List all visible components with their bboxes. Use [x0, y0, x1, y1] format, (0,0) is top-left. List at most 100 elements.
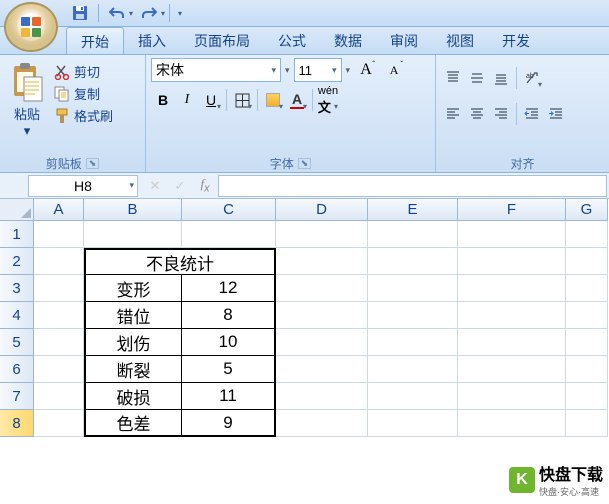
font-dialog-launcher[interactable]: ⬊ — [298, 158, 312, 169]
cell[interactable] — [566, 383, 608, 410]
align-right-button[interactable] — [489, 102, 513, 126]
align-bottom-button[interactable] — [489, 66, 513, 90]
orientation-button[interactable]: ab — [520, 66, 544, 90]
cell[interactable] — [458, 383, 566, 410]
font-name-select[interactable]: 宋体▾ — [151, 58, 281, 82]
cell[interactable] — [34, 329, 84, 356]
cell[interactable] — [368, 275, 458, 302]
row-header[interactable]: 6 — [0, 356, 34, 383]
redo-dropdown[interactable]: ▾ — [161, 9, 165, 18]
cell[interactable] — [84, 221, 182, 248]
fill-color-button[interactable] — [261, 88, 285, 112]
column-header[interactable]: B — [84, 199, 182, 221]
row-header[interactable]: 8 — [0, 410, 34, 437]
cell[interactable]: 不良统计 — [84, 248, 276, 275]
cell[interactable] — [458, 329, 566, 356]
cell[interactable] — [458, 356, 566, 383]
cell[interactable] — [34, 356, 84, 383]
column-header[interactable]: D — [276, 199, 368, 221]
align-left-button[interactable] — [441, 102, 465, 126]
column-header[interactable]: G — [566, 199, 608, 221]
cell[interactable] — [368, 410, 458, 437]
column-header[interactable]: E — [368, 199, 458, 221]
cell[interactable]: 8 — [182, 302, 276, 329]
undo-button[interactable] — [103, 2, 131, 24]
row-header[interactable]: 3 — [0, 275, 34, 302]
copy-button[interactable]: 复制 — [54, 84, 113, 103]
italic-button[interactable]: I — [175, 88, 199, 112]
format-painter-button[interactable]: 格式刷 — [54, 106, 113, 125]
cell[interactable] — [34, 221, 84, 248]
grow-font-button[interactable]: Aˆ — [354, 58, 378, 82]
cell[interactable] — [276, 302, 368, 329]
cell[interactable] — [458, 221, 566, 248]
cell[interactable] — [368, 356, 458, 383]
cell[interactable]: 错位 — [84, 302, 182, 329]
column-header[interactable]: F — [458, 199, 566, 221]
row-header[interactable]: 7 — [0, 383, 34, 410]
row-header[interactable]: 5 — [0, 329, 34, 356]
tab-developer[interactable]: 开发 — [488, 27, 544, 54]
row-header[interactable]: 4 — [0, 302, 34, 329]
cell[interactable] — [566, 410, 608, 437]
cell[interactable] — [368, 221, 458, 248]
cell[interactable]: 12 — [182, 275, 276, 302]
formula-input[interactable] — [218, 175, 607, 197]
cell[interactable] — [458, 410, 566, 437]
cell[interactable] — [566, 329, 608, 356]
cell[interactable] — [566, 356, 608, 383]
tab-review[interactable]: 审阅 — [376, 27, 432, 54]
font-color-button[interactable]: A — [285, 88, 309, 112]
shrink-font-button[interactable]: Aˇ — [382, 58, 406, 82]
cell[interactable] — [34, 410, 84, 437]
redo-button[interactable] — [135, 2, 163, 24]
cell[interactable]: 11 — [182, 383, 276, 410]
enter-formula-button[interactable]: ✓ — [169, 175, 191, 197]
cell[interactable]: 色差 — [84, 410, 182, 437]
qat-customize[interactable]: ▾ — [178, 9, 182, 18]
cell[interactable] — [368, 248, 458, 275]
cell[interactable] — [276, 383, 368, 410]
decrease-indent-button[interactable] — [520, 102, 544, 126]
cut-button[interactable]: 剪切 — [54, 62, 113, 81]
row-header[interactable]: 2 — [0, 248, 34, 275]
align-middle-button[interactable] — [465, 66, 489, 90]
paste-button[interactable]: 粘贴 ▾ — [5, 58, 49, 154]
cell[interactable] — [276, 275, 368, 302]
name-box[interactable]: H8▾ — [28, 175, 138, 197]
office-button[interactable] — [4, 2, 58, 52]
cell[interactable]: 9 — [182, 410, 276, 437]
column-header[interactable]: C — [182, 199, 276, 221]
tab-insert[interactable]: 插入 — [124, 27, 180, 54]
column-header[interactable]: A — [34, 199, 84, 221]
increase-indent-button[interactable] — [544, 102, 568, 126]
cell[interactable] — [368, 329, 458, 356]
cell[interactable] — [34, 275, 84, 302]
cell[interactable] — [566, 221, 608, 248]
cell[interactable] — [276, 410, 368, 437]
cell[interactable] — [34, 302, 84, 329]
cell[interactable] — [566, 302, 608, 329]
cell[interactable] — [276, 356, 368, 383]
save-button[interactable] — [66, 2, 94, 24]
row-header[interactable]: 1 — [0, 221, 34, 248]
cell[interactable]: 5 — [182, 356, 276, 383]
undo-dropdown[interactable]: ▾ — [129, 9, 133, 18]
cell[interactable]: 划伤 — [84, 329, 182, 356]
cell[interactable] — [458, 302, 566, 329]
cell[interactable] — [182, 221, 276, 248]
tab-layout[interactable]: 页面布局 — [180, 27, 264, 54]
tab-data[interactable]: 数据 — [320, 27, 376, 54]
align-top-button[interactable] — [441, 66, 465, 90]
align-center-button[interactable] — [465, 102, 489, 126]
border-button[interactable] — [230, 88, 254, 112]
clipboard-dialog-launcher[interactable]: ⬊ — [86, 158, 100, 169]
select-all-button[interactable] — [0, 199, 34, 221]
font-size-select[interactable]: 11▾ — [294, 58, 342, 82]
bold-button[interactable]: B — [151, 88, 175, 112]
cell[interactable]: 变形 — [84, 275, 182, 302]
underline-button[interactable]: U — [199, 88, 223, 112]
cell[interactable] — [458, 275, 566, 302]
cell[interactable] — [368, 383, 458, 410]
tab-home[interactable]: 开始 — [66, 27, 124, 54]
